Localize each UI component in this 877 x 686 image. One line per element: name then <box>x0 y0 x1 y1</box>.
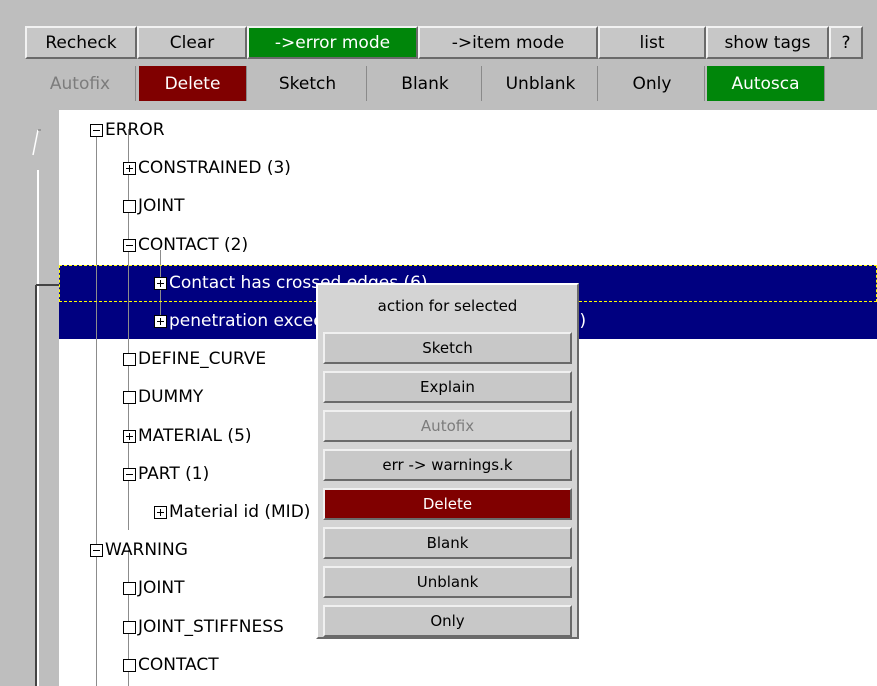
show-tags-button[interactable]: show tags <box>706 26 829 59</box>
only-button[interactable]: Only <box>600 66 705 101</box>
expand-plus-icon[interactable] <box>123 162 136 176</box>
leaf-box-icon <box>123 353 136 367</box>
scroll-arrow-icon[interactable] <box>0 110 59 686</box>
tree-item-label[interactable]: PART (1) <box>138 464 209 484</box>
context-menu: action for selected Sketch Explain Autofix… <box>316 283 579 639</box>
tree-item-label[interactable]: JOINT <box>138 196 185 216</box>
leaf-box-icon <box>123 658 136 672</box>
context-menu-title: action for selected <box>377 297 518 315</box>
leaf-box-icon <box>123 200 136 214</box>
item-mode-button[interactable]: ->item mode <box>418 26 598 59</box>
collapse-minus-icon[interactable] <box>90 544 103 558</box>
tree-item-label[interactable]: DEFINE_CURVE <box>138 349 266 369</box>
tree-item-label[interactable]: JOINT <box>138 578 185 598</box>
delete-button[interactable]: Delete <box>139 66 247 101</box>
tree-item-label[interactable]: CONSTRAINED (3) <box>138 158 291 178</box>
menu-sketch[interactable]: Sketch <box>323 332 572 364</box>
tree-item-label[interactable]: WARNING <box>105 540 188 560</box>
list-button[interactable]: list <box>598 26 706 59</box>
leaf-box-icon <box>123 620 136 634</box>
unblank-button[interactable]: Unblank <box>484 66 598 101</box>
menu-autofix[interactable]: Autofix <box>323 410 572 442</box>
collapse-minus-icon[interactable] <box>90 124 103 137</box>
tree-item-label[interactable]: CONTACT <box>138 655 219 675</box>
tree-guide-line <box>96 129 97 686</box>
menu-explain[interactable]: Explain <box>323 371 572 403</box>
autofix-button[interactable]: Autofix <box>25 66 136 101</box>
collapse-minus-icon[interactable] <box>123 238 136 252</box>
error-mode-button[interactable]: ->error mode <box>247 26 418 59</box>
tree-item-label[interactable]: ERROR <box>105 120 165 140</box>
tree-item-label[interactable]: JOINT_STIFFNESS <box>138 617 284 637</box>
recheck-button[interactable]: Recheck <box>25 26 137 59</box>
tree-item-label[interactable]: MATERIAL (5) <box>138 426 252 446</box>
tree-left-gutter <box>0 110 59 686</box>
clear-button[interactable]: Clear <box>137 26 247 59</box>
help-button[interactable]: ? <box>829 26 863 59</box>
expand-plus-icon[interactable] <box>123 429 136 443</box>
menu-delete[interactable]: Delete <box>323 488 572 520</box>
leaf-box-icon <box>123 582 136 596</box>
tree-item-label[interactable]: DUMMY <box>138 387 203 407</box>
autoscale-button[interactable]: Autosca <box>707 66 825 101</box>
sketch-button[interactable]: Sketch <box>249 66 367 101</box>
menu-only[interactable]: Only <box>323 605 572 637</box>
tree-item-label[interactable]: CONTACT (2) <box>138 235 248 255</box>
menu-unblank[interactable]: Unblank <box>323 566 572 598</box>
blank-button[interactable]: Blank <box>369 66 482 101</box>
menu-err-to-warnings[interactable]: err -> warnings.k <box>323 449 572 481</box>
expand-plus-icon[interactable] <box>154 506 167 519</box>
menu-blank[interactable]: Blank <box>323 527 572 559</box>
leaf-box-icon <box>123 391 136 405</box>
collapse-minus-icon[interactable] <box>123 467 136 481</box>
expand-plus-icon[interactable] <box>154 315 167 328</box>
